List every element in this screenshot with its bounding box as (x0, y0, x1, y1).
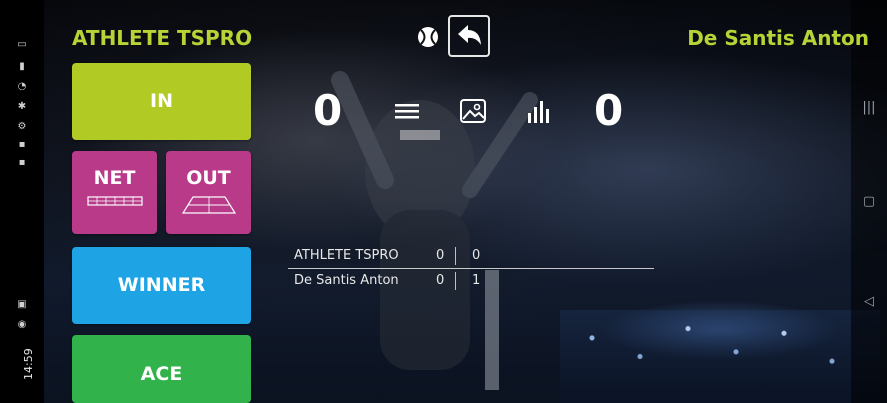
tennis-ball-icon[interactable] (417, 26, 439, 48)
row-sets: 0 (436, 248, 445, 263)
row-games: 0 (472, 248, 481, 263)
net-label: NET (93, 167, 136, 189)
player2-score: 0 (594, 86, 624, 135)
net-icon (86, 196, 143, 206)
score-table: ATHLETE TSPRO 0 0 De Santis Anton 0 1 (288, 244, 654, 293)
ace-button[interactable]: ACE (72, 335, 251, 403)
notification-icon-2: ▪ (18, 157, 26, 168)
home-icon[interactable]: ▢ (859, 192, 879, 212)
app-screen: ▭ ▮ ◔ ✱ ⚙ ▪ ▪ ▣ ◉ 14:59 ||| ▢ ◁ ATHLETE … (0, 0, 887, 403)
column-divider (455, 247, 456, 265)
ace-label: ACE (140, 363, 183, 385)
out-button[interactable]: OUT (166, 151, 251, 234)
recents-icon[interactable]: ||| (859, 98, 879, 118)
bluetooth-icon: ✱ (17, 101, 27, 112)
player2-name: De Santis Anton (687, 26, 869, 50)
screenshot-icon: ▣ (17, 299, 27, 310)
player1-score: 0 (313, 86, 343, 135)
record-icon: ◉ (17, 319, 27, 330)
table-row: ATHLETE TSPRO 0 0 (288, 244, 654, 269)
in-label: IN (150, 90, 173, 112)
row-player-name: ATHLETE TSPRO (294, 248, 399, 263)
system-nav-bar: ||| ▢ ◁ (851, 0, 887, 403)
back-icon[interactable]: ◁ (859, 292, 879, 312)
row-games: 1 (472, 273, 481, 288)
stats-icon[interactable] (524, 96, 554, 126)
notification-icon: ▪ (18, 139, 26, 150)
row-player-name: De Santis Anton (294, 273, 399, 288)
net-button[interactable]: NET (72, 151, 157, 234)
menu-icon[interactable] (392, 96, 422, 126)
stadium-lights (560, 310, 880, 403)
image-icon[interactable] (458, 96, 488, 126)
in-button[interactable]: IN (72, 63, 251, 140)
player1-name: ATHLETE TSPRO (72, 26, 253, 50)
undo-button[interactable] (448, 15, 490, 57)
out-label: OUT (186, 167, 231, 189)
court-icon (181, 196, 236, 214)
undo-icon (458, 25, 481, 45)
table-row: De Santis Anton 0 1 (288, 269, 654, 293)
winner-label: WINNER (117, 274, 206, 296)
settings-icon: ⚙ (17, 121, 27, 132)
battery-icon: ▭ (17, 39, 27, 50)
winner-button[interactable]: WINNER (72, 247, 251, 324)
row-sets: 0 (436, 273, 445, 288)
signal-icon: ▮ (19, 61, 25, 72)
column-divider (455, 272, 456, 290)
clock: 14:59 (22, 348, 35, 380)
wifi-icon: ◔ (17, 81, 27, 92)
status-bar: ▭ ▮ ◔ ✱ ⚙ ▪ ▪ ▣ ◉ 14:59 (0, 0, 44, 403)
